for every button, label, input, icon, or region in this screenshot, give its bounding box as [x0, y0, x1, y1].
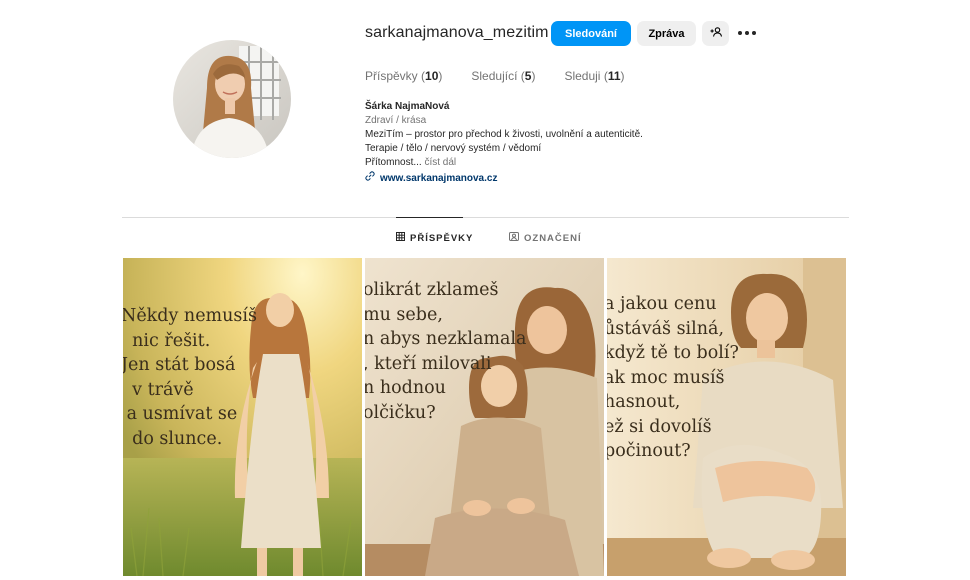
bio-line: MeziTím – prostor pro přechod k živosti,…	[365, 129, 643, 140]
suggest-users-button[interactable]	[702, 21, 729, 46]
tabs-divider	[122, 217, 849, 218]
tab-tagged[interactable]: OZNAČENÍ	[509, 232, 582, 244]
grid-icon	[396, 232, 405, 244]
bio-line: Terapie / tělo / nervový systém / vědomí	[365, 143, 542, 154]
stat-following[interactable]: Sleduji (11)	[564, 69, 624, 83]
profile-stats: Příspěvky (10) Sledující (5) Sleduji (11…	[365, 69, 654, 83]
link-icon	[365, 171, 375, 186]
post-thumbnail[interactable]: a jakou cenu ůstáváš silná, když tě to b…	[607, 258, 846, 576]
post-caption-text: olikrát zklameš mu sebe, n abys nezklama…	[365, 280, 527, 423]
dot	[752, 31, 756, 35]
stat-posts-label: Příspěvky	[365, 69, 418, 83]
stat-posts[interactable]: Příspěvky (10)	[365, 69, 442, 83]
profile-username: sarkanajmanova_mezitim	[365, 24, 549, 41]
bio-name: Šárka NajmaNová	[365, 101, 450, 112]
follow-button[interactable]: Sledování	[551, 21, 631, 46]
stat-followers-count: 5	[524, 69, 532, 83]
post-caption-text: a jakou cenu ůstáváš silná, když tě to b…	[607, 294, 739, 461]
bio-category: Zdraví / krása	[365, 115, 427, 126]
active-tab-indicator	[396, 217, 463, 218]
profile-bio: Šárka NajmaNová Zdraví / krása MeziTím –…	[365, 100, 725, 186]
dot	[738, 31, 742, 35]
tab-posts-label: PŘÍSPĚVKY	[410, 232, 474, 244]
tab-tagged-label: OZNAČENÍ	[524, 232, 582, 244]
stat-posts-count: 10	[425, 69, 439, 83]
stat-followers-label: Sledující	[471, 69, 518, 83]
post-caption-text: Někdy nemusíš nic řešit. Jen stát bosá v…	[123, 306, 257, 449]
read-more-link[interactable]: číst dál	[422, 157, 456, 168]
bio-line-text: Přítomnost...	[365, 157, 422, 168]
post-thumbnail[interactable]: olikrát zklameš mu sebe, n abys nezklama…	[365, 258, 604, 576]
more-options-button[interactable]	[737, 24, 757, 42]
tagged-icon	[509, 232, 519, 244]
tab-posts[interactable]: PŘÍSPĚVKY	[396, 232, 473, 244]
stat-following-label: Sleduji	[564, 69, 601, 83]
bio-line-truncated: Přítomnost... číst dál	[365, 156, 725, 170]
post-thumbnail[interactable]: Někdy nemusíš nic řešit. Jen stát bosá v…	[123, 258, 362, 576]
stat-following-count: 11	[607, 69, 621, 83]
dot	[745, 31, 749, 35]
add-user-icon	[710, 27, 722, 40]
stat-followers[interactable]: Sledující (5)	[471, 69, 535, 83]
bio-website-link[interactable]: www.sarkanajmanova.cz	[365, 171, 725, 186]
message-button[interactable]: Zpráva	[637, 21, 696, 46]
profile-avatar[interactable]	[173, 40, 291, 158]
bio-website-text: www.sarkanajmanova.cz	[380, 172, 498, 184]
